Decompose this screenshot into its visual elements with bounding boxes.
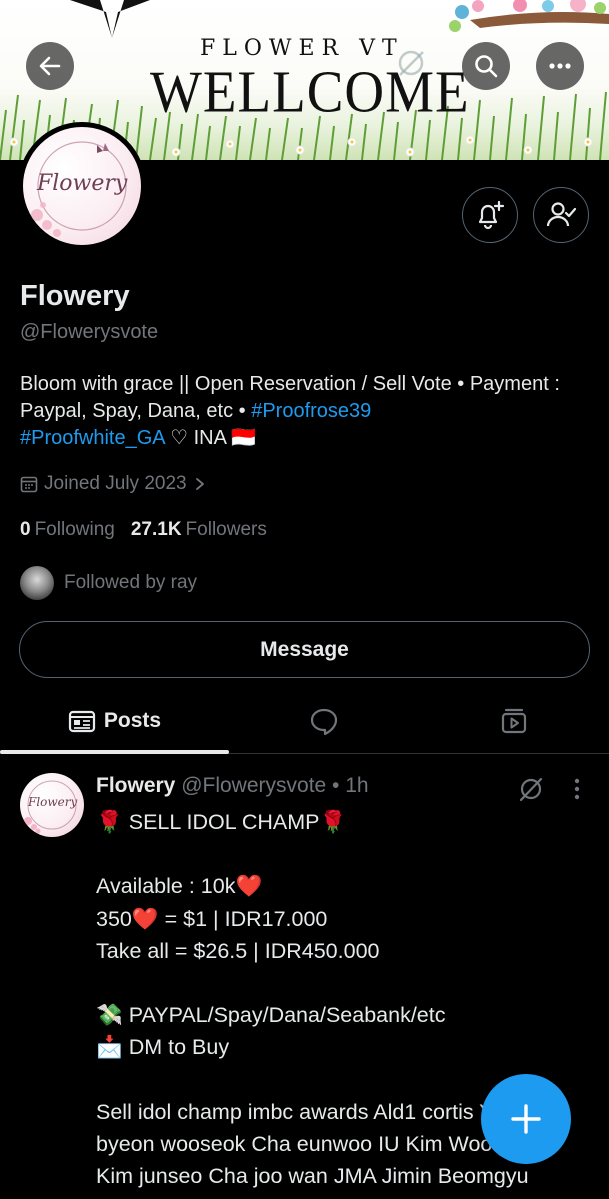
profile-handle: @Flowerysvote xyxy=(20,321,159,343)
calendar-icon xyxy=(20,476,38,493)
notifications-button[interactable] xyxy=(462,187,518,243)
hashtag-link[interactable]: #Proofwhite_GA xyxy=(20,427,165,449)
post-avatar-logo-text: Flowery xyxy=(28,795,78,809)
profile-bio: Bloom with grace || Open Reservation / S… xyxy=(20,371,590,452)
post-author-avatar[interactable]: Flowery xyxy=(20,773,84,837)
more-options-button[interactable] xyxy=(536,42,584,90)
more-horizontal-icon xyxy=(549,63,571,69)
profile-avatar[interactable]: Flowery xyxy=(18,122,146,250)
following-link[interactable]: 0 Following xyxy=(20,519,115,541)
avatar-logo-text: Flowery xyxy=(37,171,128,196)
following-button[interactable] xyxy=(533,187,589,243)
message-button[interactable]: Message xyxy=(19,621,590,678)
joined-date[interactable]: Joined July 2023 xyxy=(20,473,207,495)
following-label: Following xyxy=(34,519,115,540)
banner-subtitle: FLOWER VT xyxy=(200,36,404,61)
tab-media[interactable] xyxy=(419,690,609,752)
joined-label: Joined July 2023 xyxy=(44,473,187,494)
post-author-name[interactable]: Flowery xyxy=(96,774,175,797)
tab-replies[interactable] xyxy=(229,690,419,752)
bell-plus-icon xyxy=(478,200,505,230)
compose-post-button[interactable] xyxy=(481,1074,571,1164)
chevron-right-icon xyxy=(195,478,204,490)
following-count: 0 xyxy=(20,519,31,540)
followed-by-row[interactable]: Followed by ray xyxy=(20,566,197,600)
post-header: Flowery @Flowerysvote • 1h xyxy=(96,774,369,798)
follow-stats: 0 Following 27.1K Followers xyxy=(20,519,267,541)
post-meta: @Flowerysvote • 1h xyxy=(175,774,369,797)
tab-posts[interactable]: Posts xyxy=(0,690,229,752)
followers-link[interactable]: 27.1K Followers xyxy=(131,519,267,541)
posts-icon xyxy=(68,710,96,733)
hashtag-link[interactable]: #Proofrose39 xyxy=(251,400,371,422)
profile-name: Flowery xyxy=(20,280,130,312)
search-button[interactable] xyxy=(462,42,510,90)
speech-bubble-icon xyxy=(310,708,338,735)
follower-avatar xyxy=(20,566,54,600)
tab-posts-label: Posts xyxy=(103,709,162,732)
user-check-icon xyxy=(546,202,577,227)
back-button[interactable] xyxy=(26,42,74,90)
media-play-icon xyxy=(501,708,527,734)
bio-tail: ♡ INA 🇮🇩 xyxy=(164,427,257,449)
followers-label: Followers xyxy=(185,519,267,540)
arrow-left-icon xyxy=(39,56,61,76)
plus-icon xyxy=(511,1104,541,1134)
followers-count: 27.1K xyxy=(130,519,182,540)
followed-by-text: Followed by ray xyxy=(64,572,198,593)
more-vertical-icon[interactable] xyxy=(568,776,586,802)
search-icon xyxy=(475,55,498,78)
grok-icon[interactable] xyxy=(518,776,544,802)
muted-icon xyxy=(398,50,424,76)
active-tab-indicator xyxy=(0,750,229,754)
profile-tabs: Posts xyxy=(0,690,609,754)
